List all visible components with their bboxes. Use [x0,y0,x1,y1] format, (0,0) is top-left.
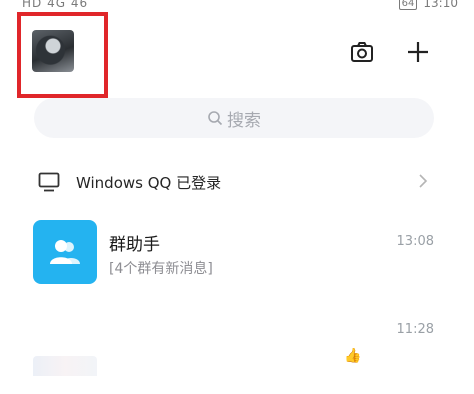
search-icon [208,111,223,126]
search-placeholder: 搜索 [227,110,261,131]
status-bar: HD 4G 46 64 13:10 [0,0,474,16]
chat-title: 群助手 [109,235,160,255]
avatar[interactable] [32,30,74,72]
status-right: 64 13:10 [398,0,458,10]
camera-button[interactable] [348,38,376,66]
thumbs-up-icon: 👍 [344,348,362,364]
group-icon [33,220,97,284]
device-label: Windows QQ 已登录 [76,174,222,192]
add-button[interactable] [404,38,432,66]
battery-icon: 64 [398,0,418,10]
camera-icon [351,42,373,62]
chat-time: 11:28 [396,322,434,337]
chevron-right-icon [419,174,428,188]
chat-item-group-helper[interactable]: 群助手 [4个群有新消息] 13:08 [0,216,474,296]
status-signal: HD 4G 46 [22,0,89,10]
plus-icon [408,42,428,62]
chat-time: 13:08 [396,234,434,249]
device-login-row[interactable]: Windows QQ 已登录 [0,164,474,200]
chat-item[interactable]: 11:28 👍 [0,314,474,394]
monitor-icon [38,172,60,192]
search-bar[interactable]: 搜索 [34,98,434,138]
chat-subtitle: [4个群有新消息] [109,261,213,277]
status-time: 13:10 [423,0,458,10]
avatar [33,356,97,376]
